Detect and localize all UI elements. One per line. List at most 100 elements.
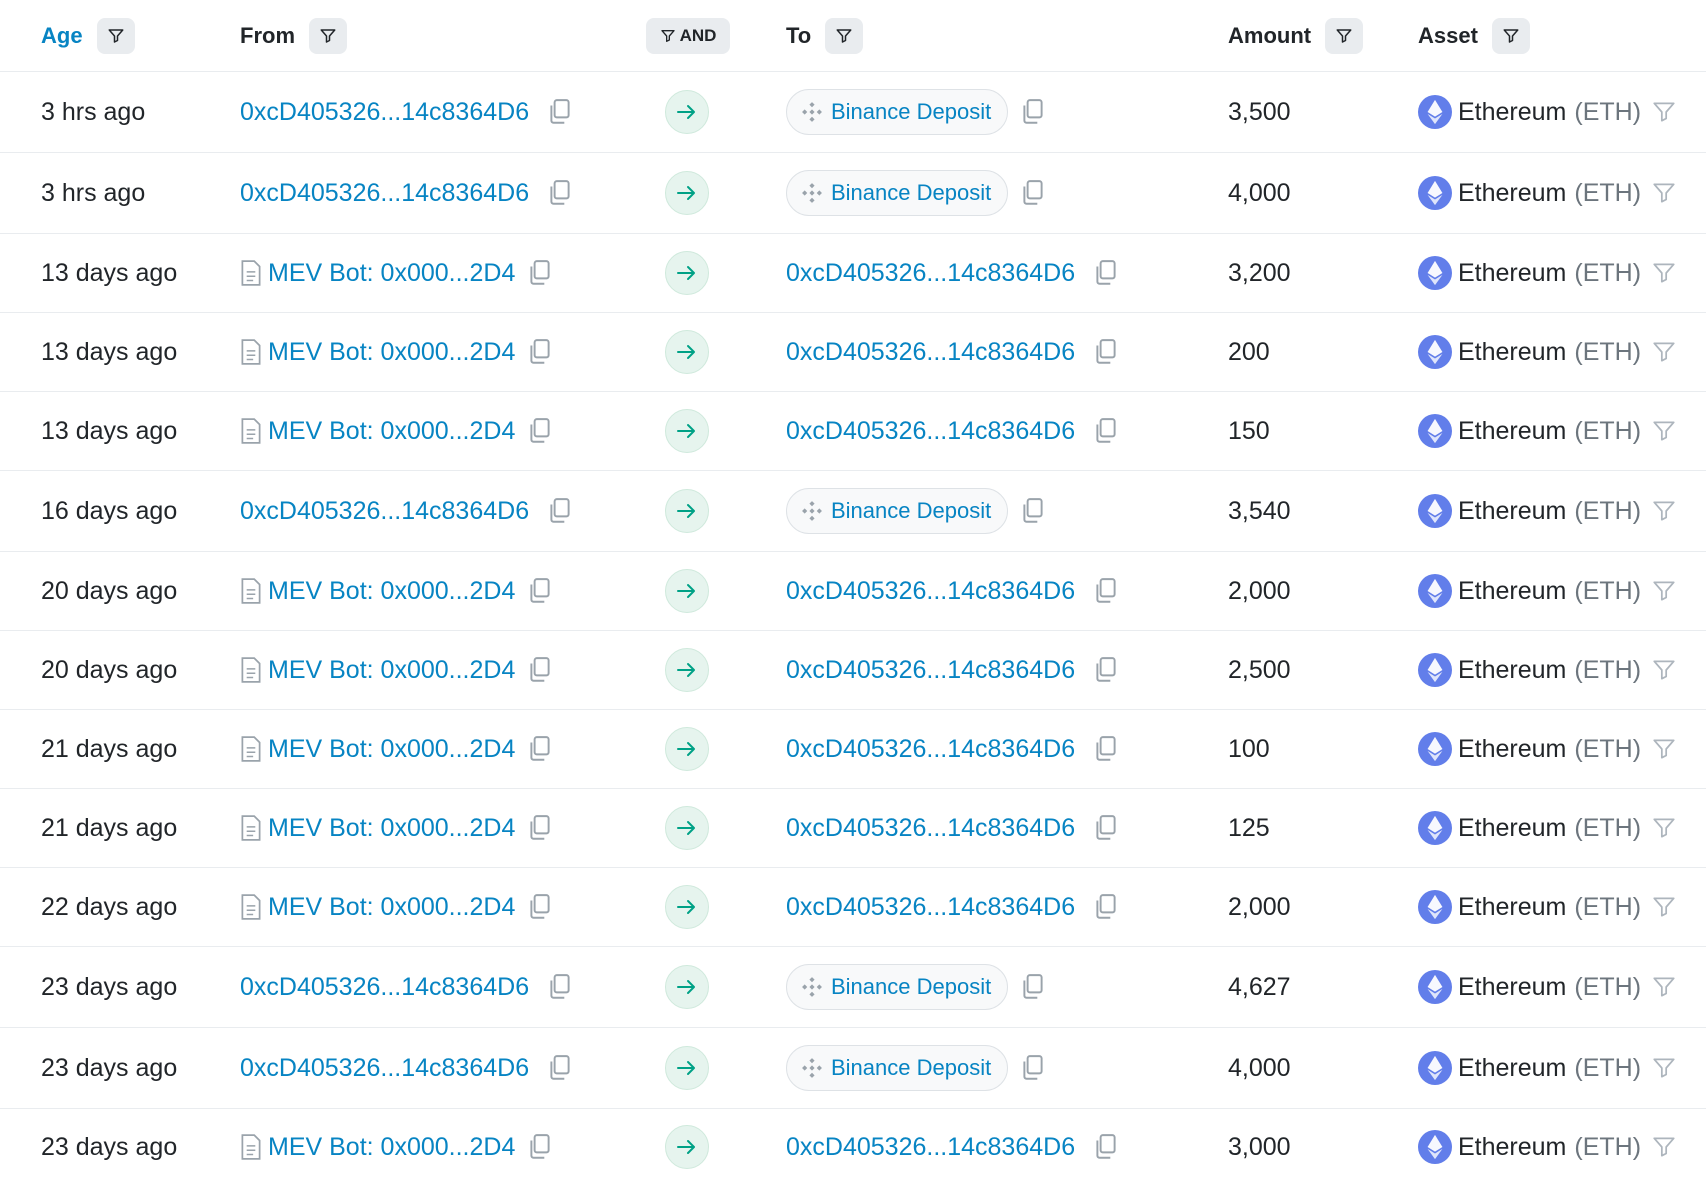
asset-row-filter-button[interactable] xyxy=(1651,339,1677,365)
to-link[interactable]: 0xcD405326...14c8364D6 xyxy=(786,656,1075,685)
to-exchange-badge[interactable]: Binance Deposit xyxy=(786,964,1009,1010)
copy-icon[interactable] xyxy=(527,814,553,842)
asset-link[interactable]: Ethereum (ETH) xyxy=(1418,811,1641,845)
copy-icon[interactable] xyxy=(1093,417,1119,445)
age-filter-button[interactable] xyxy=(96,17,135,54)
to-exchange-badge[interactable]: Binance Deposit xyxy=(786,170,1009,216)
copy-icon[interactable] xyxy=(527,577,553,605)
copy-icon[interactable] xyxy=(1093,814,1119,842)
asset-row-filter-button[interactable] xyxy=(1651,180,1677,206)
copy-icon[interactable] xyxy=(1020,497,1046,525)
header-age-label[interactable]: Age xyxy=(41,23,83,49)
asset-cell: Ethereum (ETH) xyxy=(1418,710,1677,788)
asset-link[interactable]: Ethereum (ETH) xyxy=(1418,653,1641,687)
copy-icon[interactable] xyxy=(547,98,573,126)
from-link[interactable]: 0xcD405326...14c8364D6 xyxy=(240,497,529,526)
asset-link[interactable]: Ethereum (ETH) xyxy=(1418,95,1641,129)
and-filter-button[interactable]: AND xyxy=(646,17,730,54)
asset-link[interactable]: Ethereum (ETH) xyxy=(1418,890,1641,924)
to-link[interactable]: 0xcD405326...14c8364D6 xyxy=(786,735,1075,764)
asset-link[interactable]: Ethereum (ETH) xyxy=(1418,256,1641,290)
from-link[interactable]: 0xcD405326...14c8364D6 xyxy=(240,973,529,1002)
from-filter-button[interactable] xyxy=(309,17,347,54)
copy-icon[interactable] xyxy=(547,973,573,1001)
copy-icon[interactable] xyxy=(547,1054,573,1082)
asset-link[interactable]: Ethereum (ETH) xyxy=(1418,1130,1641,1164)
asset-filter-button[interactable] xyxy=(1491,17,1530,54)
to-exchange-badge[interactable]: Binance Deposit xyxy=(786,488,1009,534)
table-header: Age From AND To Amount Asset xyxy=(0,0,1706,72)
asset-row-filter-button[interactable] xyxy=(1651,894,1677,920)
copy-icon[interactable] xyxy=(527,417,553,445)
from-link[interactable]: MEV Bot: 0x000...2D4 xyxy=(268,417,515,446)
to-link[interactable]: 0xcD405326...14c8364D6 xyxy=(786,814,1075,843)
copy-icon[interactable] xyxy=(527,1133,553,1161)
amount-value: 2,000 xyxy=(1228,576,1291,605)
arrow-right-icon xyxy=(665,90,709,134)
from-link[interactable]: MEV Bot: 0x000...2D4 xyxy=(268,1133,515,1162)
copy-icon[interactable] xyxy=(1020,98,1046,126)
copy-icon[interactable] xyxy=(1093,893,1119,921)
filter-icon xyxy=(1336,28,1352,43)
copy-icon[interactable] xyxy=(527,259,553,287)
from-link[interactable]: 0xcD405326...14c8364D6 xyxy=(240,98,529,127)
from-link[interactable]: MEV Bot: 0x000...2D4 xyxy=(268,893,515,922)
asset-link[interactable]: Ethereum (ETH) xyxy=(1418,574,1641,608)
asset-row-filter-button[interactable] xyxy=(1651,657,1677,683)
from-link[interactable]: MEV Bot: 0x000...2D4 xyxy=(268,735,515,764)
copy-icon[interactable] xyxy=(1093,577,1119,605)
from-link[interactable]: MEV Bot: 0x000...2D4 xyxy=(268,259,515,288)
asset-link[interactable]: Ethereum (ETH) xyxy=(1418,414,1641,448)
copy-icon[interactable] xyxy=(1020,973,1046,1001)
asset-row-filter-button[interactable] xyxy=(1651,1134,1677,1160)
to-link[interactable]: 0xcD405326...14c8364D6 xyxy=(786,1133,1075,1162)
from-link[interactable]: 0xcD405326...14c8364D6 xyxy=(240,179,529,208)
asset-row-filter-button[interactable] xyxy=(1651,974,1677,1000)
asset-row-filter-button[interactable] xyxy=(1651,418,1677,444)
asset-row-filter-button[interactable] xyxy=(1651,578,1677,604)
asset-row-filter-button[interactable] xyxy=(1651,498,1677,524)
to-link[interactable]: 0xcD405326...14c8364D6 xyxy=(786,259,1075,288)
from-link[interactable]: 0xcD405326...14c8364D6 xyxy=(240,1054,529,1083)
copy-icon[interactable] xyxy=(1020,179,1046,207)
asset-link[interactable]: Ethereum (ETH) xyxy=(1418,1051,1641,1085)
asset-row-filter-button[interactable] xyxy=(1651,260,1677,286)
to-exchange-badge[interactable]: Binance Deposit xyxy=(786,89,1009,135)
from-link[interactable]: MEV Bot: 0x000...2D4 xyxy=(268,338,515,367)
amount-filter-button[interactable] xyxy=(1325,17,1364,54)
filter-icon xyxy=(1503,28,1519,43)
copy-icon[interactable] xyxy=(527,656,553,684)
filter-icon xyxy=(660,29,675,42)
to-exchange-badge[interactable]: Binance Deposit xyxy=(786,1045,1009,1091)
copy-icon[interactable] xyxy=(1020,1054,1046,1082)
copy-icon[interactable] xyxy=(547,497,573,525)
asset-row-filter-button[interactable] xyxy=(1651,99,1677,125)
to-link[interactable]: 0xcD405326...14c8364D6 xyxy=(786,338,1075,367)
from-link[interactable]: MEV Bot: 0x000...2D4 xyxy=(268,814,515,843)
copy-icon[interactable] xyxy=(1093,259,1119,287)
to-link[interactable]: 0xcD405326...14c8364D6 xyxy=(786,577,1075,606)
copy-icon[interactable] xyxy=(1093,656,1119,684)
asset-link[interactable]: Ethereum (ETH) xyxy=(1418,970,1641,1004)
copy-icon[interactable] xyxy=(527,735,553,763)
copy-icon[interactable] xyxy=(1093,1133,1119,1161)
copy-icon[interactable] xyxy=(527,893,553,921)
asset-row-filter-button[interactable] xyxy=(1651,815,1677,841)
asset-link[interactable]: Ethereum (ETH) xyxy=(1418,732,1641,766)
copy-icon[interactable] xyxy=(527,338,553,366)
asset-row-filter-button[interactable] xyxy=(1651,736,1677,762)
asset-link[interactable]: Ethereum (ETH) xyxy=(1418,494,1641,528)
copy-icon[interactable] xyxy=(1093,735,1119,763)
table-row: 21 days ago MEV Bot: 0x000...2D4 0xcD405… xyxy=(0,710,1706,789)
asset-link[interactable]: Ethereum (ETH) xyxy=(1418,176,1641,210)
to-link[interactable]: 0xcD405326...14c8364D6 xyxy=(786,893,1075,922)
copy-icon[interactable] xyxy=(1093,338,1119,366)
to-filter-button[interactable] xyxy=(825,17,864,54)
from-link[interactable]: MEV Bot: 0x000...2D4 xyxy=(268,656,515,685)
ethereum-icon xyxy=(1418,970,1452,1004)
to-link[interactable]: 0xcD405326...14c8364D6 xyxy=(786,417,1075,446)
asset-row-filter-button[interactable] xyxy=(1651,1055,1677,1081)
from-link[interactable]: MEV Bot: 0x000...2D4 xyxy=(268,577,515,606)
copy-icon[interactable] xyxy=(547,179,573,207)
asset-link[interactable]: Ethereum (ETH) xyxy=(1418,335,1641,369)
